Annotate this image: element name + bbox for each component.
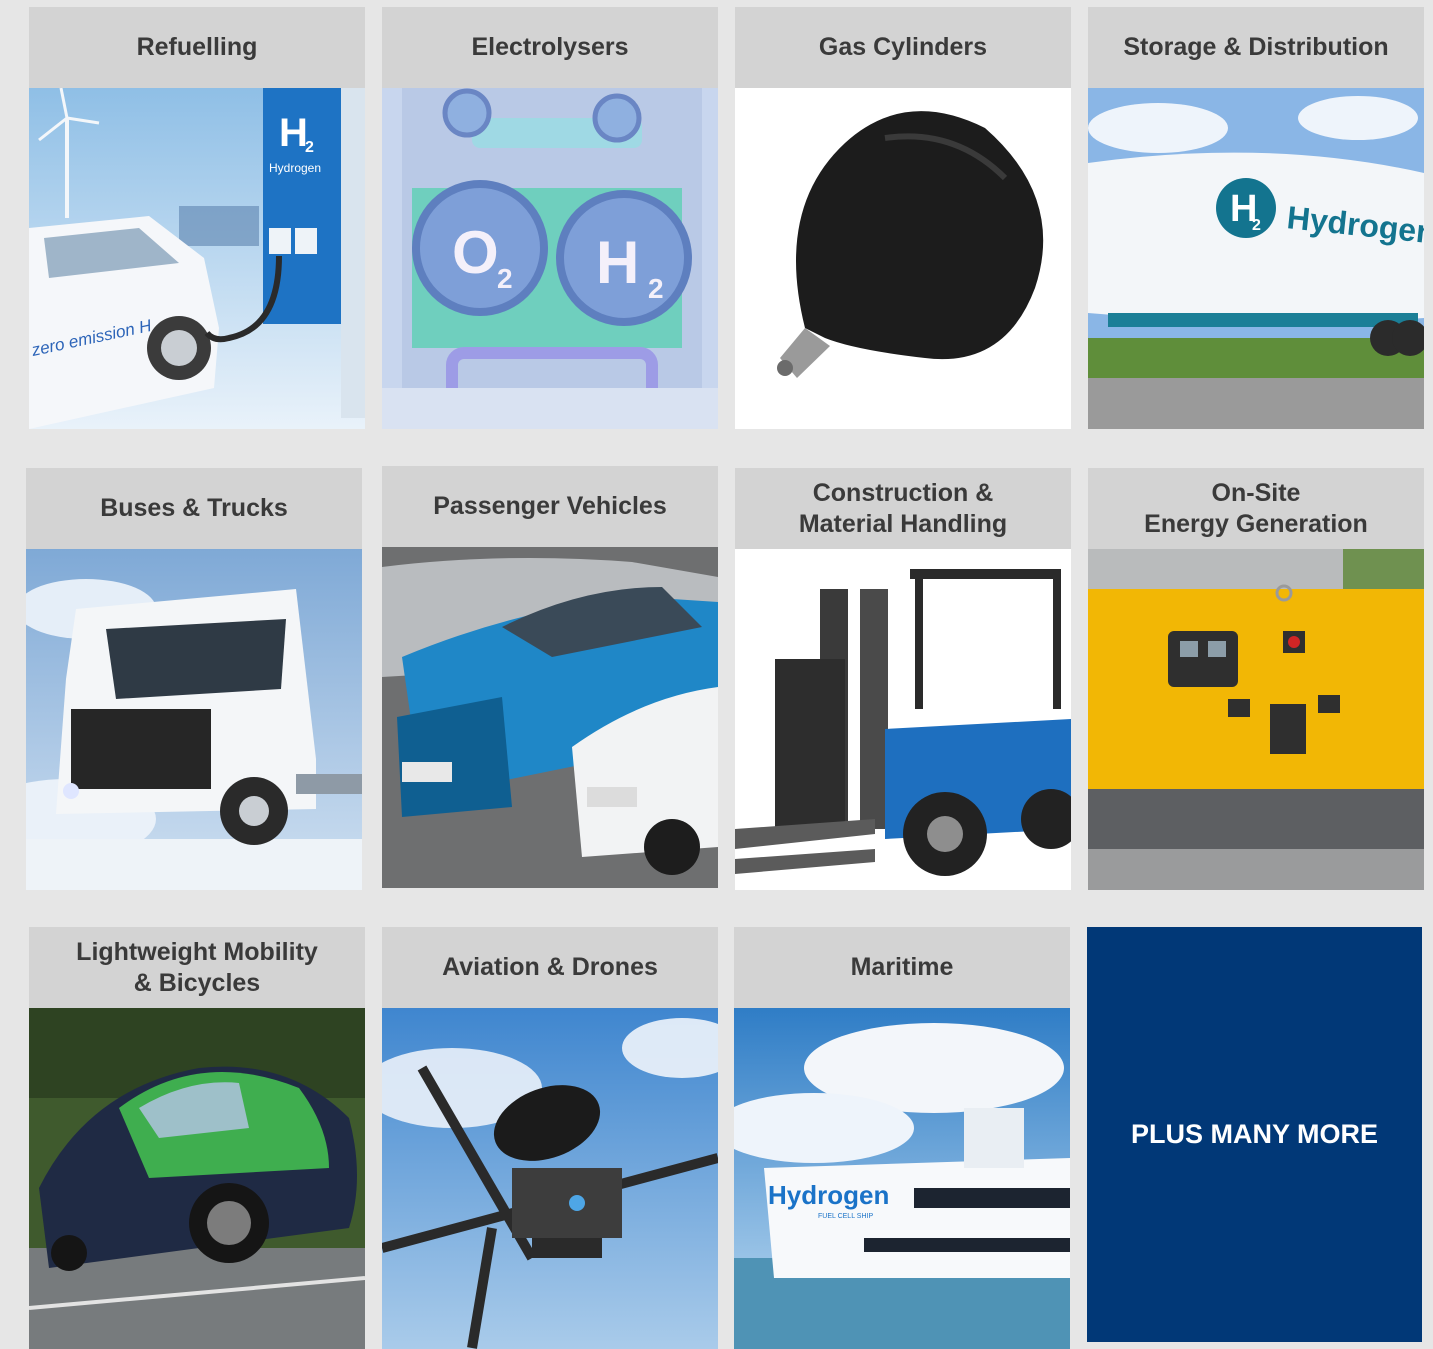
tile-buses-trucks[interactable]: Buses & Trucks [26, 468, 362, 890]
tile-title: Electrolysers [382, 7, 718, 88]
tile-electrolysers[interactable]: Electrolysers O 2 H 2 [382, 7, 718, 429]
tile-title: Maritime [734, 927, 1070, 1008]
generator-image [1088, 549, 1424, 890]
hydrogen-ship-image: Hydrogen FUEL CELL SHIP [734, 1008, 1070, 1349]
eco-racing-car-image [29, 1008, 365, 1349]
ship-sublabel: FUEL CELL SHIP [818, 1213, 873, 1220]
parked-cars-image [382, 547, 718, 888]
gas-cylinder-image [735, 88, 1071, 429]
tile-lightweight-mobility-bicycles[interactable]: Lightweight Mobility & Bicycles [29, 927, 365, 1349]
tanker-h-subscript: 2 [1252, 217, 1261, 234]
tile-gas-cylinders[interactable]: Gas Cylinders [735, 7, 1071, 429]
o2-subscript: 2 [497, 263, 513, 294]
tile-title: Lightweight Mobility & Bicycles [29, 927, 365, 1008]
tile-on-site-energy-generation[interactable]: On-Site Energy Generation [1088, 468, 1424, 890]
tile-title: Construction & Material Handling [735, 468, 1071, 549]
h2-symbol: H [596, 229, 639, 296]
hydrogen-refuelling-station-image: zero emission H H 2 Hydrogen [29, 88, 365, 429]
tile-passenger-vehicles[interactable]: Passenger Vehicles [382, 466, 718, 888]
tile-title: Passenger Vehicles [382, 466, 718, 547]
hydrogen-drone-image [382, 1008, 718, 1349]
hydrogen-truck-image [26, 549, 362, 890]
ship-label: Hydrogen [768, 1180, 889, 1210]
hydrogen-tanker-trailer-image: H 2 Hydrogen [1088, 88, 1424, 429]
tile-title: On-Site Energy Generation [1088, 468, 1424, 549]
forklift-image [735, 549, 1071, 890]
h-symbol: H [279, 111, 308, 155]
h-subscript: 2 [305, 139, 314, 156]
tile-maritime[interactable]: Maritime Hydrogen FUEL CELL SHIP [734, 927, 1070, 1349]
plus-many-more-tile[interactable]: PLUS MANY MORE [1087, 927, 1422, 1342]
o2-symbol: O [452, 219, 499, 286]
tile-refuelling[interactable]: Refuelling zero emission H H 2 Hydrogen [29, 7, 365, 429]
tile-storage-distribution[interactable]: Storage & Distribution H 2 Hydrogen [1088, 7, 1424, 429]
tile-title: Aviation & Drones [382, 927, 718, 1008]
tile-title: Gas Cylinders [735, 7, 1071, 88]
tile-aviation-drones[interactable]: Aviation & Drones [382, 927, 718, 1349]
tile-construction-material-handling[interactable]: Construction & Material Handling [735, 468, 1071, 890]
tile-title: Buses & Trucks [26, 468, 362, 549]
tile-title: Storage & Distribution [1088, 7, 1424, 88]
electrolyser-image: O 2 H 2 [382, 88, 718, 429]
pump-label: Hydrogen [269, 161, 321, 175]
tile-title: Refuelling [29, 7, 365, 88]
h2-subscript: 2 [648, 273, 664, 304]
plus-many-more-label: PLUS MANY MORE [1130, 1119, 1379, 1149]
